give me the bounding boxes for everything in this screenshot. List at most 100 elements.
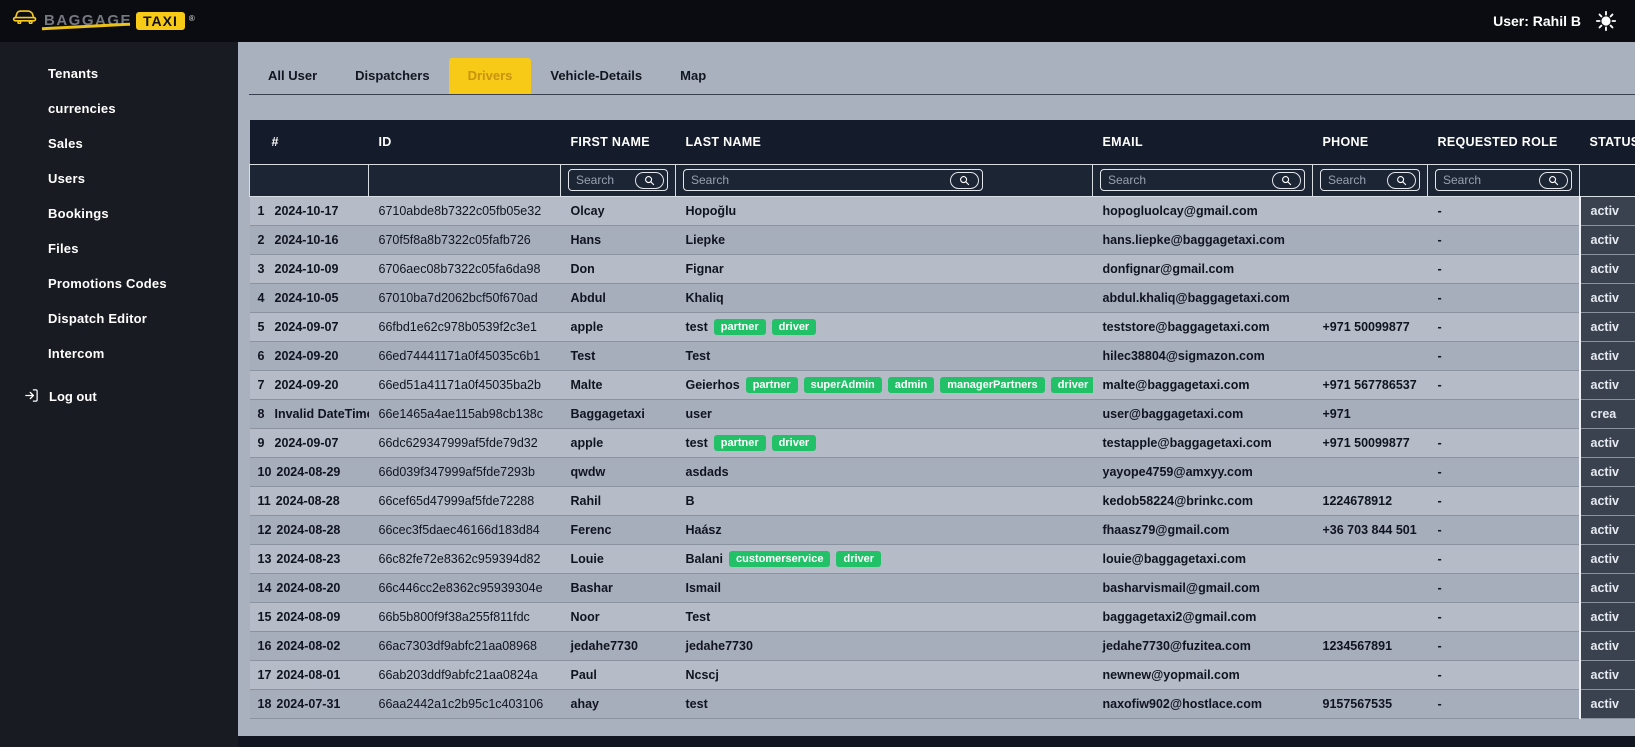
cell-id: 66d039f347999af5fde7293b: [368, 457, 561, 487]
cell-status: activ: [1578, 457, 1635, 487]
theme-toggle-sun-icon[interactable]: [1595, 10, 1617, 32]
row-date: 2024-09-07: [274, 435, 339, 450]
cell-phone: [1312, 660, 1428, 690]
cell-num-date: 6 2024-09-20: [249, 341, 369, 371]
table-row[interactable]: 7 2024-09-20 66ed51a41171a0f45035ba2b Malte…: [249, 370, 1635, 400]
cell-email: malte@baggagetaxi.com: [1092, 370, 1313, 400]
search-icon[interactable]: [1387, 171, 1416, 189]
last-name-text: jedahe7730: [685, 638, 753, 653]
cell-email: hilec38804@sigmazon.com: [1092, 341, 1313, 371]
bottom-scroll-strip[interactable]: [238, 736, 1635, 747]
column-header-last-name: LAST NAME: [675, 120, 1093, 164]
row-number: 7: [257, 377, 265, 392]
cell-email: hans.liepke@baggagetaxi.com: [1092, 225, 1313, 255]
cell-first-name: Louie: [560, 544, 676, 574]
row-date: 2024-10-16: [274, 232, 339, 247]
sidebar-item-tenants[interactable]: Tenants: [0, 56, 238, 91]
topbar-right: User: Rahil B: [1493, 10, 1617, 32]
search-input-first-name[interactable]: [576, 173, 629, 187]
table-row[interactable]: 6 2024-09-20 66ed74441171a0f45035c6b1 Test T…: [249, 341, 1635, 371]
search-icon[interactable]: [1539, 171, 1568, 189]
tab-dispatchers[interactable]: Dispatchers: [336, 58, 448, 94]
row-date: 2024-08-01: [276, 667, 341, 682]
sidebar-item-promotions-codes[interactable]: Promotions Codes: [0, 266, 238, 301]
table-row[interactable]: 18 2024-07-31 66aa2442a1c2b95c1c403106 ahay…: [249, 689, 1635, 719]
table-row[interactable]: 11 2024-08-28 66cef65d47999af5fde72288 Rahi…: [249, 486, 1635, 516]
search-input-last-name[interactable]: [691, 173, 944, 187]
search-input-phone[interactable]: [1328, 173, 1381, 187]
sidebar-item-sales[interactable]: Sales: [0, 126, 238, 161]
search-icon[interactable]: [950, 171, 979, 189]
sidebar-item-files[interactable]: Files: [0, 231, 238, 266]
cell-id: 66dc629347999af5fde79d32: [368, 428, 561, 458]
table-row[interactable]: 12 2024-08-28 66cec3f5daec46166d183d84 Fere…: [249, 515, 1635, 545]
cell-phone: [1312, 602, 1428, 632]
cell-num-date: 15 2024-08-09: [249, 602, 369, 632]
table-row[interactable]: 13 2024-08-23 66c82fe72e8362c959394d82 Loui…: [249, 544, 1635, 574]
search-input-requested-role[interactable]: [1443, 173, 1533, 187]
last-name-text: test: [685, 696, 708, 711]
sidebar-item-log-out[interactable]: Log out: [0, 379, 238, 414]
cell-last-name: jedahe7730: [675, 631, 1093, 661]
tab-map[interactable]: Map: [661, 58, 725, 94]
cell-status: activ: [1578, 573, 1635, 603]
table-row[interactable]: 17 2024-08-01 66ab203ddf9abfc21aa0824a Paul…: [249, 660, 1635, 690]
cell-phone: [1312, 225, 1428, 255]
cell-requested-role: -: [1427, 602, 1580, 632]
cell-last-name: test partner driver: [675, 428, 1093, 458]
table-row[interactable]: 16 2024-08-02 66ac7303df9abfc21aa08968 jeda…: [249, 631, 1635, 661]
table-row[interactable]: 15 2024-08-09 66b5b800f9f38a255f811fdc Noor…: [249, 602, 1635, 632]
table-row[interactable]: 14 2024-08-20 66c446cc2e8362c95939304e Bash…: [249, 573, 1635, 603]
table-row[interactable]: 1 2024-10-17 6710abde8b7322c05fb05e32 Olcay…: [249, 196, 1635, 226]
table-row[interactable]: 2 2024-10-16 670f5f8a8b7322c05fafb726 Hans L…: [249, 225, 1635, 255]
tab-all-user[interactable]: All User: [249, 58, 336, 94]
search-input-email[interactable]: [1108, 173, 1266, 187]
cell-first-name: Baggagetaxi: [560, 399, 676, 429]
cell-phone: [1312, 254, 1428, 284]
cell-requested-role: -: [1427, 457, 1580, 487]
table-row[interactable]: 9 2024-09-07 66dc629347999af5fde79d32 apple…: [249, 428, 1635, 458]
cell-num-date: 13 2024-08-23: [249, 544, 369, 574]
search-icon[interactable]: [1272, 171, 1301, 189]
table-row[interactable]: 8 Invalid DateTime 66e1465a4ae115ab98cb138…: [249, 399, 1635, 429]
cell-status: activ: [1578, 515, 1635, 545]
search-icon[interactable]: [635, 171, 664, 189]
cell-status: activ: [1578, 196, 1635, 226]
row-date: 2024-09-07: [274, 319, 339, 334]
table-row[interactable]: 4 2024-10-05 67010ba7d2062bcf50f670ad Abdul…: [249, 283, 1635, 313]
cell-email: donfignar@gmail.com: [1092, 254, 1313, 284]
tab-vehicle-details[interactable]: Vehicle-Details: [531, 58, 661, 94]
row-date: 2024-10-09: [274, 261, 339, 276]
cell-status: activ: [1578, 602, 1635, 632]
cell-first-name: apple: [560, 312, 676, 342]
cell-requested-role: -: [1427, 225, 1580, 255]
table-row[interactable]: 3 2024-10-09 6706aec08b7322c05fa6da98 Don Fi…: [249, 254, 1635, 284]
cell-status: activ: [1578, 283, 1635, 313]
row-number: 16: [257, 638, 272, 653]
cell-status: activ: [1578, 486, 1635, 516]
row-number: 14: [257, 580, 272, 595]
cell-requested-role: -: [1427, 370, 1580, 400]
cell-num-date: 9 2024-09-07: [249, 428, 369, 458]
cell-phone: [1312, 341, 1428, 371]
sidebar-item-dispatch-editor[interactable]: Dispatch Editor: [0, 301, 238, 336]
cell-num-date: 18 2024-07-31: [249, 689, 369, 719]
cell-phone: [1312, 544, 1428, 574]
cell-first-name: jedahe7730: [560, 631, 676, 661]
tabs-bar: All User Dispatchers Drivers Vehicle-Detail…: [249, 58, 1635, 95]
row-number: 11: [257, 493, 271, 508]
sidebar-item-currencies[interactable]: currencies: [0, 91, 238, 126]
row-date: 2024-08-28: [275, 493, 340, 508]
tab-drivers[interactable]: Drivers: [448, 58, 532, 94]
cell-first-name: ahay: [560, 689, 676, 719]
row-date: 2024-08-20: [276, 580, 341, 595]
header-row: # ID FIRST NAME LAST NAME EMAIL PHONE REQUESTE…: [249, 120, 1635, 164]
cell-num-date: 8 Invalid DateTime: [249, 399, 369, 429]
table-row[interactable]: 5 2024-09-07 66fbd1e62c978b0539f2c3e1 apple…: [249, 312, 1635, 342]
sidebar-item-bookings[interactable]: Bookings: [0, 196, 238, 231]
last-name-text: Geierhos: [685, 377, 740, 392]
sidebar-item-intercom[interactable]: Intercom: [0, 336, 238, 371]
table-row[interactable]: 10 2024-08-29 66d039f347999af5fde7293b qwdw…: [249, 457, 1635, 487]
cell-last-name: user: [675, 399, 1093, 429]
sidebar-item-users[interactable]: Users: [0, 161, 238, 196]
